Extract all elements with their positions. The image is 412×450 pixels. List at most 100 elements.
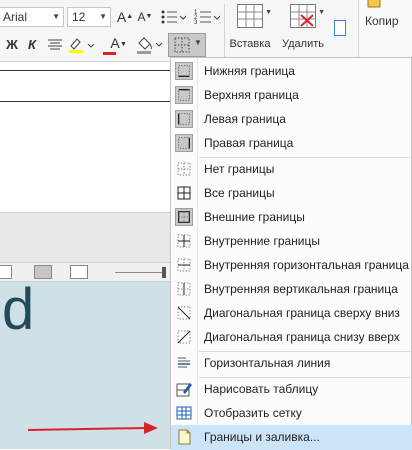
menu-item-top-border[interactable]: Верхняя граница <box>171 83 412 107</box>
menu-item-inside-horizontal-border[interactable]: Внутренняя горизонтальная граница <box>171 253 412 277</box>
delete-cells-icon: ▼ <box>290 4 325 28</box>
document-page <box>0 62 172 212</box>
menu-item-diagonal-down-border[interactable]: Диагональная граница сверху вниз <box>171 301 412 325</box>
diagonal-down-border-icon <box>177 306 191 320</box>
menu-item-all-borders[interactable]: Все границы <box>171 181 412 205</box>
table-border-line <box>0 70 172 71</box>
web-layout-icon[interactable] <box>70 265 88 279</box>
menu-item-label: Отобразить сетку <box>204 406 302 420</box>
menu-item-label: Внутренние границы <box>204 234 320 248</box>
bullets-icon <box>161 10 187 24</box>
align-icon <box>48 39 62 50</box>
menu-item-bottom-border[interactable]: Нижняя граница <box>171 59 412 83</box>
highlight-button[interactable] <box>66 34 96 56</box>
menu-item-label: Верхняя граница <box>204 88 299 102</box>
menu-item-horizontal-line[interactable]: Горизонтальная линия <box>171 351 412 375</box>
borders-dropdown-menu: Нижняя граница Верхняя граница Левая гра… <box>170 57 412 450</box>
borders-shading-icon <box>178 429 191 445</box>
insert-cells-icon: ▼ <box>237 4 272 28</box>
view-gridlines-icon <box>176 406 192 420</box>
menu-item-label: Нижняя граница <box>204 64 295 78</box>
font-size-combo[interactable]: 12 ▼ <box>67 7 111 27</box>
grow-font-button[interactable]: A▲ <box>116 6 134 28</box>
chevron-down-icon[interactable]: ▼ <box>194 38 202 47</box>
numbering-icon: 1 2 3 <box>194 10 221 26</box>
copy-button[interactable]: Копир <box>365 14 399 28</box>
menu-item-inside-borders[interactable]: Внутренние границы <box>171 229 412 253</box>
diagonal-up-border-icon <box>177 330 191 344</box>
grow-font-label: A <box>116 9 127 25</box>
font-color-swatch <box>103 52 116 55</box>
shrink-font-button[interactable]: A▼ <box>136 6 154 28</box>
numbering-button[interactable]: 1 2 3 <box>192 6 222 28</box>
insert-label: Вставка <box>229 38 271 50</box>
delete-button[interactable]: ▼ Удалить <box>276 4 330 58</box>
italic-label: К <box>28 37 36 52</box>
borders-icon <box>174 37 190 53</box>
page-icon[interactable] <box>334 20 346 36</box>
insert-button[interactable]: ▼ Вставка <box>226 4 274 58</box>
bold-button[interactable]: Ж <box>4 34 20 56</box>
font-color-letter: A <box>110 35 120 51</box>
menu-item-label: Правая граница <box>204 136 294 150</box>
red-arrow-icon <box>28 422 158 434</box>
menu-item-label: Внутренняя горизонтальная граница <box>204 258 409 272</box>
menu-item-outside-borders[interactable]: Внешние границы <box>171 205 412 229</box>
ribbon: Arial ▼ 12 ▼ A▲ A▼ 1 2 3 Ж К A ▼ ▼ ▼ Вст… <box>0 0 412 62</box>
borders-button[interactable]: ▼ <box>168 33 206 57</box>
no-border-icon <box>177 162 191 176</box>
zoom-slider-thumb[interactable] <box>162 267 166 278</box>
bottom-border-icon <box>175 62 193 80</box>
group-divider <box>224 4 225 58</box>
menu-item-label: Диагональная граница сверху вниз <box>204 306 400 320</box>
menu-item-label: Внутренняя вертикальная граница <box>204 282 398 296</box>
right-border-icon <box>175 134 193 152</box>
left-border-icon <box>175 110 193 128</box>
menu-item-no-border[interactable]: Нет границы <box>171 157 412 181</box>
inside-borders-icon <box>177 234 191 248</box>
font-color-button[interactable]: A ▼ <box>100 34 130 56</box>
heading-letter: d <box>2 277 35 342</box>
top-border-icon <box>175 86 193 104</box>
menu-item-draw-table[interactable]: Нарисовать таблицу <box>171 377 412 401</box>
highlighter-icon <box>69 38 95 53</box>
italic-button[interactable]: К <box>24 34 40 56</box>
bullets-button[interactable] <box>158 6 188 28</box>
menu-item-view-gridlines[interactable]: Отобразить сетку <box>171 401 412 425</box>
page-gap <box>0 212 172 262</box>
chevron-down-icon[interactable]: ▼ <box>120 34 127 56</box>
all-borders-icon <box>177 186 191 200</box>
print-layout-icon[interactable] <box>34 265 52 279</box>
chevron-down-icon[interactable]: ▼ <box>99 8 107 26</box>
bold-label: Ж <box>6 37 18 52</box>
font-name-combo[interactable]: Arial ▼ <box>0 7 64 27</box>
align-button[interactable] <box>46 34 64 56</box>
font-name-value: Arial <box>3 10 28 24</box>
horizontal-line-icon <box>178 357 190 368</box>
draw-table-icon <box>176 383 192 397</box>
font-size-value: 12 <box>72 10 86 24</box>
menu-item-inside-vertical-border[interactable]: Внутренняя вертикальная граница <box>171 277 412 301</box>
menu-item-label: Все границы <box>204 186 275 200</box>
menu-item-label: Нарисовать таблицу <box>204 382 319 396</box>
menu-item-label: Горизонтальная линия <box>204 356 331 370</box>
shading-button[interactable] <box>134 34 164 56</box>
inside-vertical-border-icon <box>177 282 191 296</box>
menu-item-label: Диагональная граница снизу вверх <box>204 330 400 344</box>
delete-label: Удалить <box>282 38 324 50</box>
table-border-line <box>0 101 172 102</box>
menu-item-right-border[interactable]: Правая граница <box>171 131 412 155</box>
menu-item-label: Границы и заливка... <box>204 430 320 444</box>
inside-horizontal-border-icon <box>177 258 191 272</box>
menu-item-left-border[interactable]: Левая граница <box>171 107 412 131</box>
menu-item-borders-and-shading[interactable]: Границы и заливка... <box>171 425 412 450</box>
menu-item-diagonal-up-border[interactable]: Диагональная граница снизу вверх <box>171 325 412 349</box>
menu-item-label: Нет границы <box>204 162 275 176</box>
outside-borders-icon <box>175 208 193 226</box>
chevron-down-icon[interactable]: ▼ <box>52 8 60 26</box>
zoom-slider[interactable] <box>115 272 165 273</box>
svg-text:3: 3 <box>194 20 198 26</box>
paint-bucket-icon <box>137 37 163 54</box>
menu-item-label: Левая граница <box>204 112 286 126</box>
clipboard-group: Копир <box>358 0 412 62</box>
